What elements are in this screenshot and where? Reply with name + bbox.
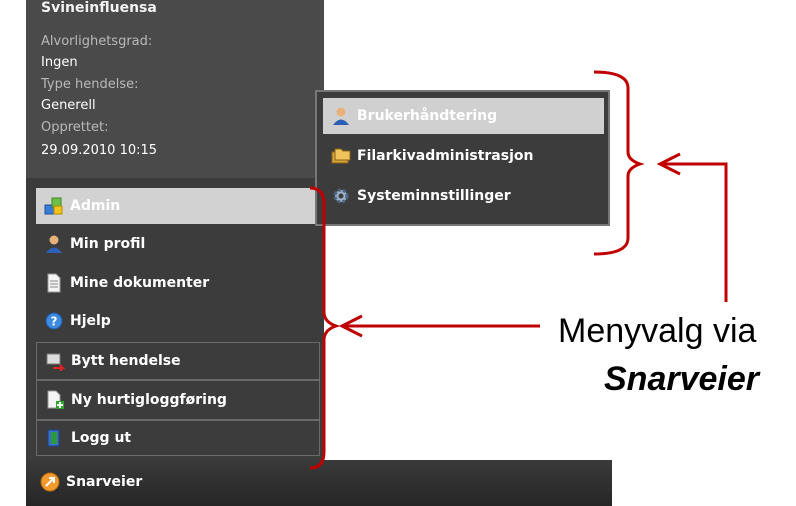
arrow-to-main-menu [338, 314, 540, 338]
main-menu-bracket [309, 186, 341, 470]
annotation-line1: Menyvalg via [558, 312, 757, 350]
annotation-overlay [309, 70, 728, 470]
submenu-bracket [593, 70, 645, 256]
annotation-line2: Snarveier [604, 360, 759, 398]
arrow-to-submenu [656, 152, 728, 302]
